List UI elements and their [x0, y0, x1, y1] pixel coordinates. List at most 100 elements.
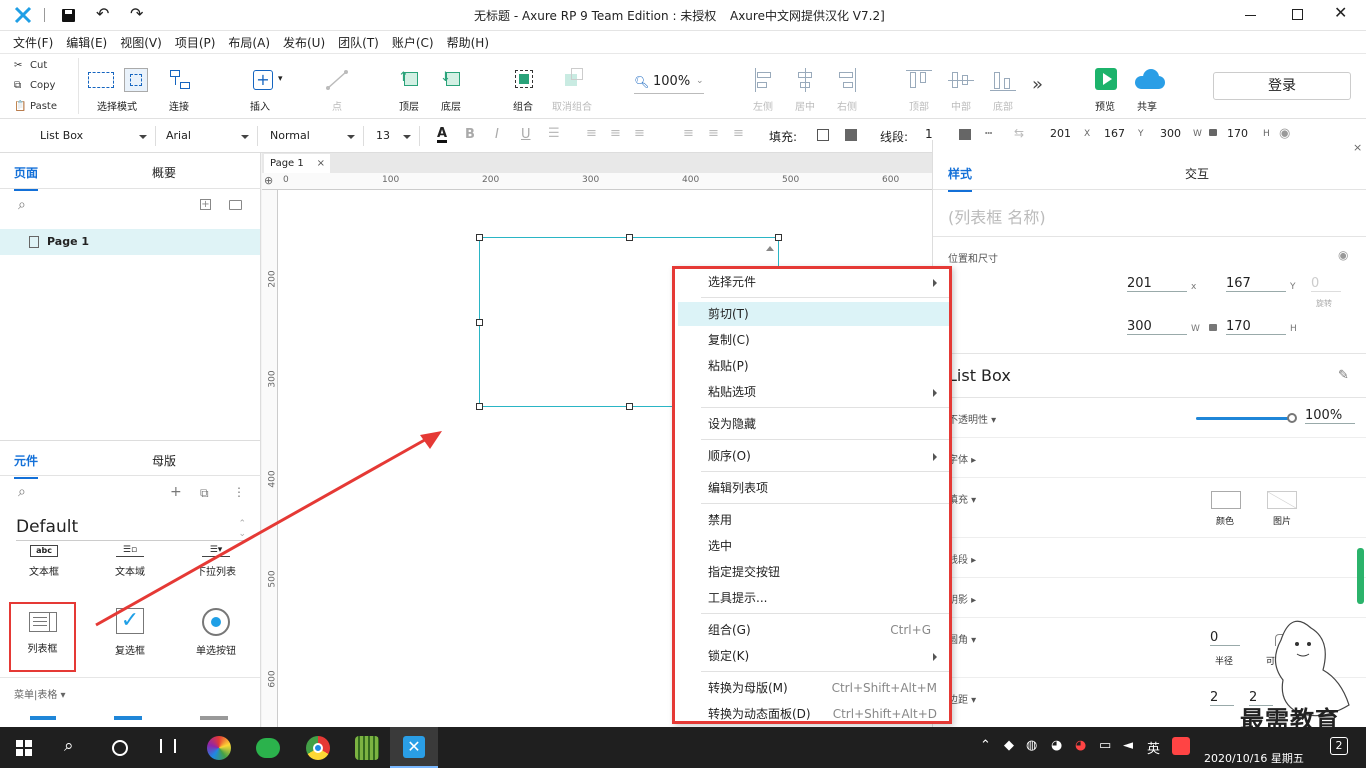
scrollbar-thumb[interactable] — [1357, 548, 1364, 604]
page-tree-item[interactable]: Page 1 — [0, 229, 260, 255]
widget-textbox[interactable]: abc 文本框 — [14, 545, 74, 585]
menu-view[interactable]: 视图(V) — [107, 31, 162, 51]
menu-item-group[interactable]: 组合(G) Ctrl+G — [678, 618, 949, 642]
menu-publish[interactable]: 发布(U) — [270, 31, 325, 51]
resize-handle[interactable] — [775, 234, 782, 241]
axure-taskbar-button[interactable]: ✕ — [390, 727, 438, 768]
section-padding[interactable]: 边距 ▾ — [948, 691, 976, 706]
menu-item-tooltip[interactable]: 工具提示... — [678, 586, 949, 610]
fill-shadow-swatch[interactable] — [845, 129, 857, 141]
corner-radius-field[interactable]: 0 — [1210, 630, 1240, 646]
sogou-icon[interactable] — [1172, 737, 1190, 755]
menu-item-copy[interactable]: 复制(C) — [678, 328, 949, 352]
resize-handle[interactable] — [476, 319, 483, 326]
bold-icon[interactable]: B — [465, 127, 475, 142]
text-color-icon[interactable]: A — [437, 127, 448, 143]
inspector-y-field[interactable]: 167 — [1226, 276, 1286, 292]
padding-left-field[interactable]: 2 — [1210, 690, 1234, 706]
search-taskbar-icon[interactable]: ⌕ — [64, 736, 74, 756]
cut-button[interactable]: ✂ Cut — [0, 56, 78, 76]
font-style-select[interactable]: Normal — [264, 126, 364, 146]
align-bottom-button[interactable]: 底部 — [988, 68, 1018, 113]
visibility-eye-icon[interactable]: ◉ — [1338, 248, 1348, 262]
ime-indicator[interactable]: 英 — [1147, 738, 1160, 757]
menu-item-disable[interactable]: 禁用 — [678, 508, 949, 532]
align-right-button[interactable]: 右侧 — [832, 68, 862, 113]
pinwheel-app-icon[interactable] — [207, 736, 231, 760]
align-center-button[interactable]: 居中 — [790, 68, 820, 113]
align-text-center-icon[interactable]: ≡ — [610, 126, 621, 141]
tab-interactions[interactable]: 交互 — [1185, 165, 1209, 182]
notification-center-icon[interactable]: 2 — [1330, 737, 1348, 755]
tray-network-icon[interactable]: ▭ — [1099, 738, 1111, 753]
tab-style[interactable]: 样式 — [948, 165, 973, 192]
bring-to-top-button[interactable]: ↑ 顶层 — [394, 68, 424, 113]
opacity-label[interactable]: 不透明性 ▾ — [948, 411, 996, 426]
redo-icon[interactable]: ↷ — [130, 4, 143, 23]
close-panel-icon[interactable]: × — [1353, 141, 1362, 154]
maximize-button[interactable] — [1292, 9, 1303, 20]
fill-color-swatch[interactable] — [817, 129, 829, 141]
w-value[interactable]: 300 — [1160, 127, 1181, 140]
menu-item-cut[interactable]: 剪切(T) — [678, 302, 949, 326]
align-text-right-icon[interactable]: ≡ — [634, 126, 645, 141]
section-corner[interactable]: 圆角 ▾ — [948, 631, 976, 646]
aspect-lock-icon[interactable] — [1209, 324, 1217, 331]
tray-qq-icon[interactable]: ◕ — [1051, 738, 1062, 753]
save-icon[interactable] — [62, 9, 75, 22]
opacity-value[interactable]: 100% — [1305, 408, 1355, 424]
section-menus-tables[interactable]: 菜单|表格 ▾ — [14, 686, 66, 701]
menu-item-convert-dynamic-panel[interactable]: 转换为动态面板(D) Ctrl+Shift+Alt+D — [678, 702, 949, 726]
resize-handle[interactable] — [476, 403, 483, 410]
font-size-select[interactable]: 13 — [370, 126, 420, 146]
tray-bell-icon[interactable]: ◆ — [1004, 738, 1014, 753]
listbox-scroll-up-icon[interactable] — [766, 242, 774, 251]
fill-image-button[interactable] — [1267, 491, 1297, 509]
valign-bottom-icon[interactable]: ≡ — [733, 126, 744, 141]
menu-file[interactable]: 文件(F) — [0, 31, 53, 51]
section-fill[interactable]: 填充 ▾ — [948, 491, 976, 506]
widget-type-select[interactable]: List Box — [24, 126, 156, 146]
bullet-list-icon[interactable]: ☰ — [548, 126, 560, 141]
search-icon[interactable]: ⌕ — [18, 197, 26, 213]
connect-button[interactable]: 连接 — [162, 68, 196, 113]
menu-project[interactable]: 项目(P) — [162, 31, 216, 51]
valign-middle-icon[interactable]: ≡ — [708, 126, 719, 141]
menu-arrange[interactable]: 布局(A) — [215, 31, 270, 51]
menu-item-paste[interactable]: 粘贴(P) — [678, 354, 949, 378]
tab-page-1[interactable]: Page 1 × — [264, 154, 330, 173]
wechat-icon[interactable] — [256, 738, 280, 758]
font-family-select[interactable]: Arial — [160, 126, 258, 146]
menu-team[interactable]: 团队(T) — [325, 31, 379, 51]
menu-item-lock[interactable]: 锁定(K) — [678, 644, 949, 668]
share-button[interactable]: 共享 — [1130, 68, 1165, 113]
menu-item-select-widget[interactable]: 选择元件 — [678, 270, 949, 294]
widget-search-icon[interactable]: ⌕ — [18, 484, 26, 500]
menu-item-selected[interactable]: 选中 — [678, 534, 949, 558]
opacity-slider[interactable] — [1196, 413, 1297, 423]
chrome-icon[interactable] — [306, 736, 330, 760]
paste-button[interactable]: 📋 Paste — [0, 97, 78, 117]
menu-edit[interactable]: 编辑(E) — [53, 31, 107, 51]
edit-style-icon[interactable]: ✎ — [1338, 368, 1349, 383]
align-text-left-icon[interactable]: ≡ — [586, 126, 597, 141]
zoom-control[interactable]: 🔍︎ 100% ⌄ — [634, 74, 704, 94]
add-folder-icon[interactable] — [229, 200, 242, 210]
tab-widgets[interactable]: 元件 — [14, 452, 39, 479]
menu-help[interactable]: 帮助(H) — [434, 31, 489, 51]
login-button[interactable]: 登录 — [1213, 72, 1351, 100]
tray-wechat-icon[interactable]: ◍ — [1026, 738, 1037, 753]
menu-item-convert-master[interactable]: 转换为母版(M) Ctrl+Shift+Alt+M — [678, 676, 949, 700]
menu-account[interactable]: 账户(C) — [379, 31, 434, 51]
section-border[interactable]: 线段 ▸ — [948, 551, 976, 566]
widget-listbox[interactable]: 列表框 — [9, 602, 76, 672]
send-to-bottom-button[interactable]: ↓ 底层 — [436, 68, 466, 113]
tray-qq2-icon[interactable]: ◕ — [1075, 738, 1086, 753]
line-pattern-icon[interactable]: ┅ — [985, 126, 992, 140]
fill-color-button[interactable] — [1211, 491, 1241, 509]
select-mode-button[interactable]: 选择模式 — [86, 68, 148, 113]
opacity-slider-knob[interactable] — [1287, 413, 1297, 423]
x-value[interactable]: 201 — [1050, 127, 1071, 140]
inspector-x-field[interactable]: 201 — [1127, 276, 1187, 292]
italic-icon[interactable]: I — [495, 127, 499, 142]
